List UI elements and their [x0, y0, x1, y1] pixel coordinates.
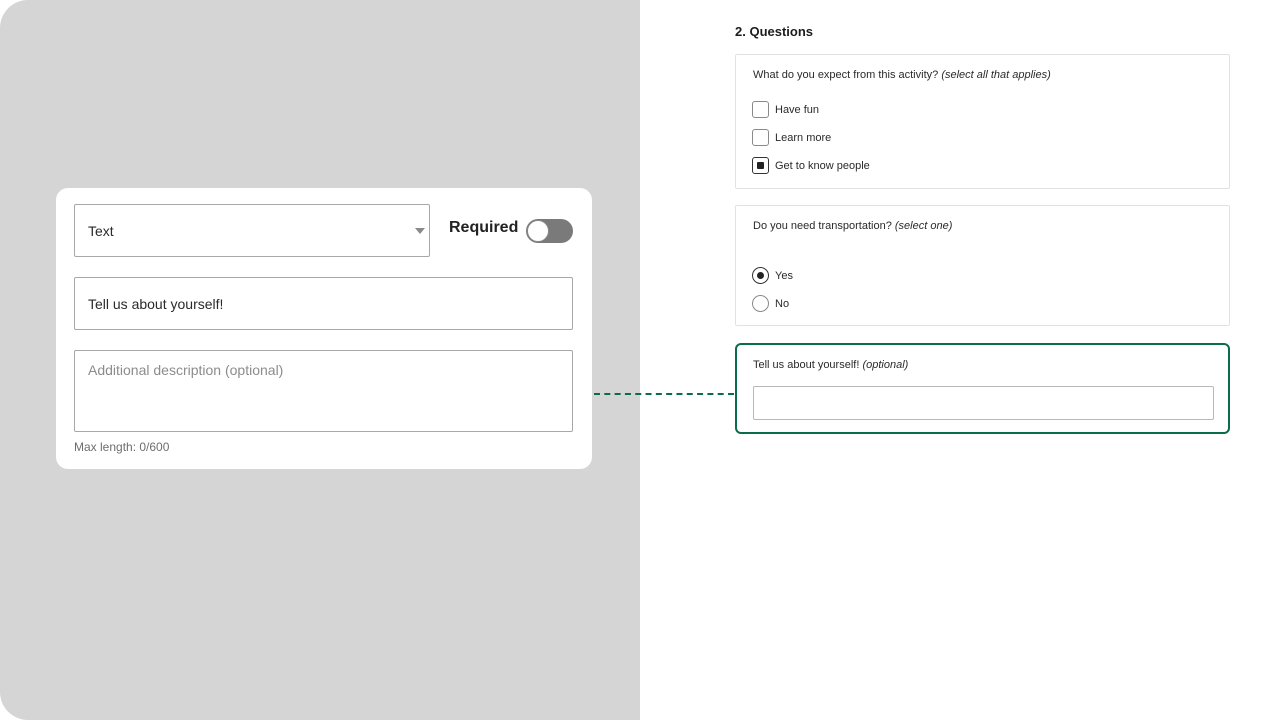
radio-checked-icon[interactable]	[752, 267, 769, 284]
question-text: What do you expect from this activity? (…	[753, 69, 1051, 81]
checkbox-icon[interactable]	[752, 129, 769, 146]
question-hint: (optional)	[862, 359, 909, 371]
section-title: 2. Questions	[735, 24, 814, 39]
option-learn-more[interactable]: Learn more	[752, 129, 831, 146]
question-editor-card: Text Required Tell us about yourself! Ad…	[56, 188, 592, 469]
chevron-down-icon	[415, 228, 425, 234]
max-length-counter: Max length: 0/600	[74, 440, 170, 454]
checkbox-icon[interactable]	[752, 101, 769, 118]
option-label: Have fun	[775, 103, 820, 116]
question-text: Do you need transportation? (select one)	[753, 220, 953, 232]
description-placeholder: Additional description (optional)	[88, 362, 284, 378]
required-toggle[interactable]	[526, 219, 573, 243]
preview-connector-line	[594, 393, 734, 395]
question-hint: (select all that applies)	[941, 69, 1051, 81]
question-title-value: Tell us about yourself!	[88, 295, 224, 312]
question-hint: (select one)	[894, 220, 953, 232]
question-card-expectations: What do you expect from this activity? (…	[735, 54, 1230, 189]
question-text: Tell us about yourself! (optional)	[753, 359, 909, 371]
description-input[interactable]: Additional description (optional)	[74, 350, 573, 432]
question-card-transportation: Do you need transportation? (select one)…	[735, 205, 1230, 326]
option-label: Yes	[775, 269, 793, 282]
question-title-input[interactable]: Tell us about yourself!	[74, 277, 573, 330]
option-label: Learn more	[775, 131, 832, 144]
option-no[interactable]: No	[752, 295, 789, 312]
answer-input[interactable]	[753, 386, 1214, 420]
question-card-about-yourself: Tell us about yourself! (optional)	[735, 343, 1230, 434]
option-yes[interactable]: Yes	[752, 267, 793, 284]
checkbox-checked-icon[interactable]	[752, 157, 769, 174]
editor-panel: Text Required Tell us about yourself! Ad…	[0, 0, 640, 720]
question-type-value: Text	[88, 222, 114, 239]
option-have-fun[interactable]: Have fun	[752, 101, 819, 118]
option-label: No	[775, 297, 790, 310]
question-type-select[interactable]: Text	[74, 204, 430, 257]
required-label: Required	[449, 219, 519, 236]
radio-icon[interactable]	[752, 295, 769, 312]
option-get-to-know-people[interactable]: Get to know people	[752, 157, 870, 174]
toggle-knob	[527, 220, 549, 242]
option-label: Get to know people	[775, 159, 870, 172]
